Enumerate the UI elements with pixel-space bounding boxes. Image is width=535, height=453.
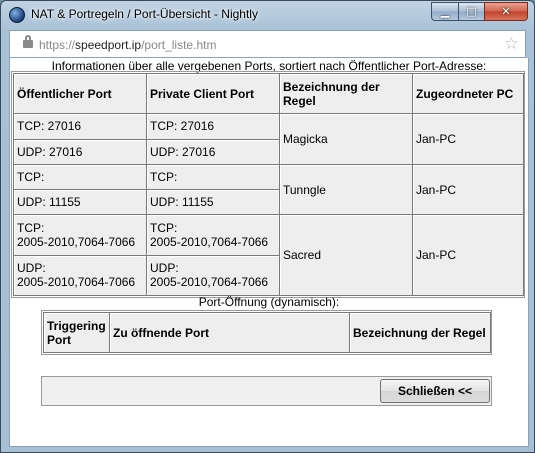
table-row: TCP: 27016 TCP: 27016 Magicka Jan-PC xyxy=(13,113,524,165)
private-port-cell: UDP: 2005-2010,7064-7066 xyxy=(146,254,280,297)
public-port-cell: TCP: xyxy=(13,163,147,191)
header-public-port: Öffentlicher Port xyxy=(13,72,147,115)
header-port-to-open: Zu öffnende Port xyxy=(109,312,350,353)
dynamic-header-row: Triggering Port Zu öffnende Port Bezeichn… xyxy=(43,312,491,353)
page-content: Informationen über alle vergebenen Ports… xyxy=(9,58,529,447)
port-protocol: UDP: xyxy=(17,261,46,276)
private-port-cell: TCP: xyxy=(146,163,280,191)
header-private-port: Private Client Port xyxy=(146,72,280,115)
title-bar[interactable]: NAT & Portregeln / Port-Übersicht - Nigh… xyxy=(1,1,534,29)
browser-window: NAT & Portregeln / Port-Übersicht - Nigh… xyxy=(0,0,535,453)
url-scheme: https:// xyxy=(39,38,76,52)
public-port-cell: UDP: 27016 xyxy=(13,138,147,165)
table-row: TCP: TCP: Tunngle Jan-PC xyxy=(13,163,524,216)
private-port-cell: UDP: 27016 xyxy=(146,138,280,165)
ports-table: Öffentlicher Port Private Client Port Be… xyxy=(13,72,524,297)
header-rule-name: Bezeichnung der Regel xyxy=(279,72,413,115)
public-port-cell: UDP: 11155 xyxy=(13,189,147,216)
port-range: 2005-2010,7064-7066 xyxy=(150,275,269,290)
port-protocol: TCP: xyxy=(17,220,45,235)
url-bar[interactable]: https://speedport.ip/port_liste.htm ☆ xyxy=(9,30,526,58)
window-controls: ▁ □ ✕ xyxy=(431,2,528,21)
maximize-button[interactable]: □ xyxy=(458,2,484,21)
public-port-cell: TCP: 2005-2010,7064-7066 xyxy=(13,214,147,256)
url-text[interactable]: https://speedport.ip/port_liste.htm xyxy=(39,38,216,52)
dynamic-table: Triggering Port Zu öffnende Port Bezeichn… xyxy=(43,312,491,353)
bookmark-star-icon[interactable]: ☆ xyxy=(504,34,519,54)
url-domain: speedport.ip xyxy=(75,38,142,52)
assigned-pc-cell: Jan-PC xyxy=(412,113,524,165)
private-port-cell: UDP: 11155 xyxy=(146,189,280,216)
public-port-cell: TCP: 27016 xyxy=(13,113,147,140)
assigned-pc-cell: Jan-PC xyxy=(412,214,524,296)
private-port-cell: TCP: 2005-2010,7064-7066 xyxy=(146,214,280,256)
public-port-cell: UDP: 2005-2010,7064-7066 xyxy=(13,254,147,297)
rule-name-cell: Magicka xyxy=(279,113,413,165)
url-path: /port_liste.htm xyxy=(141,38,217,52)
rule-name-cell: Tunngle xyxy=(279,163,413,216)
private-port-cell: TCP: 27016 xyxy=(146,113,280,140)
footer-bar: Schließen << xyxy=(41,376,492,406)
port-protocol: UDP: xyxy=(150,261,179,276)
port-range: 2005-2010,7064-7066 xyxy=(17,234,136,249)
header-triggering-line2: Port xyxy=(47,332,71,347)
close-button[interactable]: Schließen << xyxy=(380,379,490,403)
assigned-pc-cell: Jan-PC xyxy=(412,163,524,216)
lock-icon xyxy=(23,35,33,48)
ports-header-row: Öffentlicher Port Private Client Port Be… xyxy=(13,72,524,115)
header-rule-name: Bezeichnung der Regel xyxy=(349,312,491,353)
header-assigned-pc: Zugeordneter PC xyxy=(412,72,524,115)
rule-name-cell: Sacred xyxy=(279,214,413,296)
table-row: TCP: 2005-2010,7064-7066 TCP: 2005-2010,70… xyxy=(13,214,524,296)
port-range: 2005-2010,7064-7066 xyxy=(17,275,136,290)
header-triggering-port: Triggering Port xyxy=(43,312,110,353)
header-triggering-line1: Triggering xyxy=(47,318,106,333)
dynamic-caption: Port-Öffnung (dynamisch): xyxy=(198,295,340,309)
port-protocol: TCP: xyxy=(150,220,178,235)
port-range: 2005-2010,7064-7066 xyxy=(150,234,269,249)
nightly-app-icon xyxy=(9,7,25,23)
close-window-button[interactable]: ✕ xyxy=(484,2,528,21)
window-title: NAT & Portregeln / Port-Übersicht - Nigh… xyxy=(31,7,258,21)
minimize-button[interactable]: ▁ xyxy=(431,2,458,21)
